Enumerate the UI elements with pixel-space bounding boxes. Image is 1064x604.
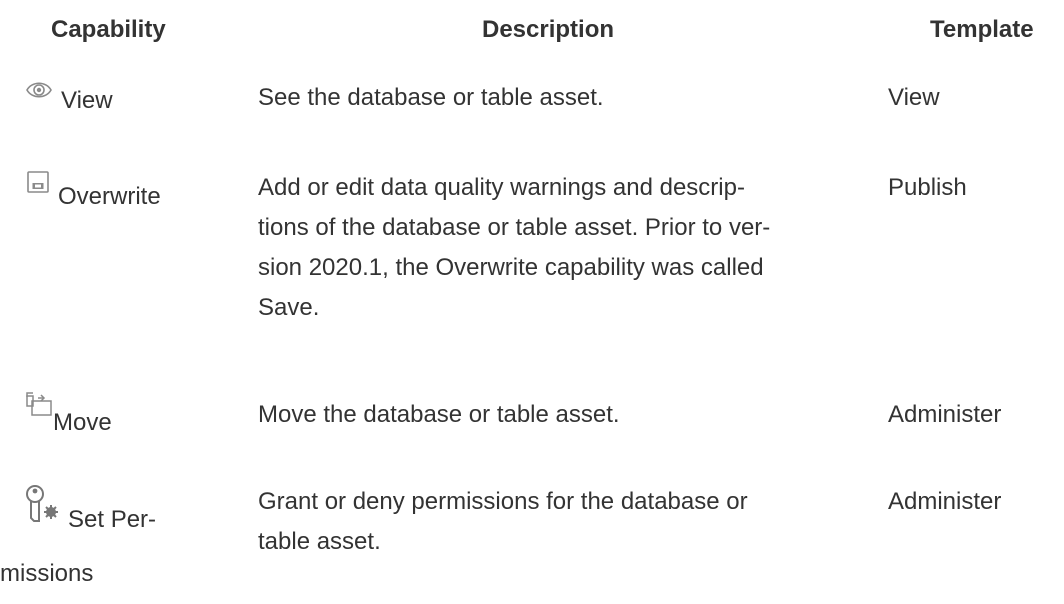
description-line: Add or edit data quality warnings and de… [258,174,745,201]
move-icon [26,392,52,416]
eye-icon [26,82,52,98]
template-move: Administer [888,401,1002,428]
header-template: Template [930,16,1034,43]
description-line: Save. [258,294,320,321]
header-description: Description [482,16,615,43]
capability-label-set-permissions: Set Per- [68,500,156,540]
template-overwrite: Publish [888,174,967,201]
capability-label-move: Move [53,409,112,436]
capability-label-view: View [61,87,113,114]
description-move: Move the database or table asset. [258,395,858,435]
description-line: table asset. [258,528,381,555]
capability-line: Set Per- [68,506,157,533]
header-capability: Capability [51,16,166,43]
description-overwrite: Add or edit data quality warnings and de… [258,168,858,328]
description-set-permissions: Grant or deny permissions for the databa… [258,482,858,562]
description-line: tions of the database or table asset. Pr… [258,214,771,241]
description-line: sion 2020.1, the Overwrite capability wa… [258,254,764,281]
capability-line: missions [0,560,94,587]
description-line: See the database or table asset. [258,84,604,111]
template-view: View [888,84,940,111]
template-set-permissions: Administer [888,488,1002,515]
description-view: See the database or table asset. [258,78,858,118]
key-gear-icon [26,485,58,522]
description-line: Grant or deny permissions for the databa… [258,488,748,515]
description-line: Move the database or table asset. [258,401,620,428]
capability-label-overwrite: Overwrite [58,183,161,210]
capability-label-set-permissions-cont: missions [0,554,93,594]
save-icon [27,171,49,193]
